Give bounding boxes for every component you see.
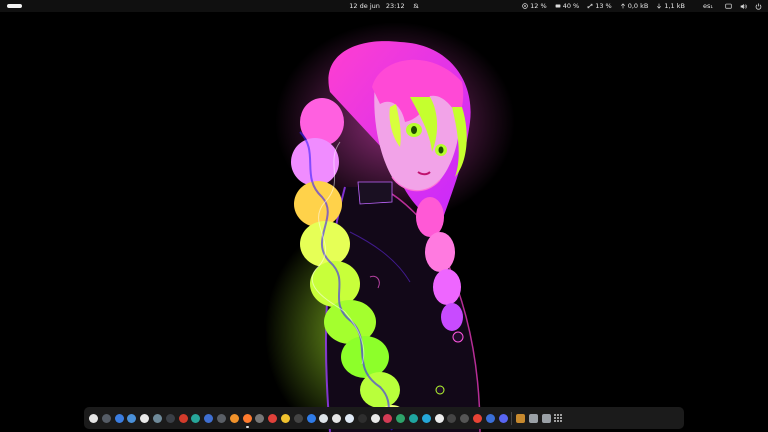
cup-app-icon[interactable] xyxy=(370,413,380,423)
upload-value: 0,0 kB xyxy=(627,2,649,10)
sheet-app-icon[interactable] xyxy=(319,413,329,423)
orange-app-icon[interactable] xyxy=(229,413,239,423)
swap-indicator: 13 % xyxy=(587,2,612,10)
dock-separator xyxy=(511,411,513,425)
globe-app-icon[interactable] xyxy=(204,413,214,423)
tools-app-icon[interactable] xyxy=(460,413,470,423)
swap-icon xyxy=(587,3,593,9)
info-app-icon[interactable] xyxy=(344,413,354,423)
photos-app-icon[interactable] xyxy=(396,413,406,423)
monitor-app-icon[interactable] xyxy=(152,413,162,423)
power-icon[interactable] xyxy=(755,3,762,10)
arrow-app-icon[interactable] xyxy=(447,413,457,423)
pink-app-icon[interactable] xyxy=(383,413,393,423)
discord-app-icon[interactable] xyxy=(485,413,495,423)
settings-app-icon[interactable] xyxy=(216,413,226,423)
app-grid-dot xyxy=(557,416,560,419)
mail-app-icon[interactable] xyxy=(114,413,124,423)
top-bar: 12 de jun 23:12 12 % 40 % 13 % 0,0 kB 1,1… xyxy=(0,0,768,12)
cpu-indicator: 12 % xyxy=(522,2,547,10)
app-grid-dot xyxy=(554,420,557,423)
red-app-icon[interactable] xyxy=(178,413,188,423)
keyboard-layout[interactable]: es₁ xyxy=(703,2,713,10)
time-label: 23:12 xyxy=(385,2,405,10)
upload-icon xyxy=(620,3,625,9)
camera-app-icon[interactable] xyxy=(101,413,111,423)
memory-value: 40 % xyxy=(562,2,580,10)
desktop-wallpaper xyxy=(0,12,768,432)
chat-app-icon[interactable] xyxy=(498,413,508,423)
cpu-value: 12 % xyxy=(530,2,547,10)
edit-app-icon[interactable] xyxy=(293,413,303,423)
app-grid-dot xyxy=(557,420,560,423)
dock xyxy=(84,407,684,429)
files-app-icon[interactable] xyxy=(516,413,526,423)
system-menu[interactable] xyxy=(725,3,762,10)
upload-indicator: 0,0 kB xyxy=(620,2,649,10)
notifications-off-icon xyxy=(413,3,419,9)
check-app-icon[interactable] xyxy=(306,413,316,423)
gmail-app-icon[interactable] xyxy=(472,413,482,423)
download-indicator: 1,1 kB xyxy=(656,2,685,10)
memory-icon xyxy=(555,4,561,8)
diamond-app-icon[interactable] xyxy=(421,413,431,423)
app-grid-dot xyxy=(560,413,563,416)
chrome-app-icon[interactable] xyxy=(140,413,150,423)
app-grid-dot xyxy=(560,420,563,423)
terminal-app-icon[interactable] xyxy=(165,413,175,423)
docs-app-icon[interactable] xyxy=(332,413,342,423)
date-label: 12 de jun xyxy=(349,2,380,10)
music-app-icon[interactable] xyxy=(357,413,367,423)
app-grid-icon[interactable] xyxy=(554,413,563,423)
text-app-icon[interactable] xyxy=(528,413,538,423)
browser-blue-app-icon[interactable] xyxy=(127,413,137,423)
app-grid-dot xyxy=(557,413,560,416)
screen-icon[interactable] xyxy=(725,3,732,10)
app-grid-dot xyxy=(554,416,557,419)
yellow-app-icon[interactable] xyxy=(280,413,290,423)
date-menu[interactable]: 12 de jun 23:12 xyxy=(349,2,419,10)
circle-app-icon[interactable] xyxy=(434,413,444,423)
app-grid-dot xyxy=(560,416,563,419)
calculator-app-icon[interactable] xyxy=(541,413,551,423)
code-app-icon[interactable] xyxy=(408,413,418,423)
download-value: 1,1 kB xyxy=(664,2,685,10)
app-grid-dot xyxy=(554,413,557,416)
memory-indicator: 40 % xyxy=(555,2,580,10)
opera-app-icon[interactable] xyxy=(255,413,265,423)
cpu-icon xyxy=(522,3,528,9)
swap-value: 13 % xyxy=(595,2,612,10)
activities-button[interactable] xyxy=(7,4,22,8)
status-area[interactable]: 12 % 40 % 13 % 0,0 kB 1,1 kB es₁ xyxy=(522,0,762,12)
help-app-icon[interactable] xyxy=(89,413,98,423)
volume-icon[interactable] xyxy=(740,3,747,10)
download-icon xyxy=(657,3,662,9)
neon-anime-girl-artwork xyxy=(265,22,515,432)
firefox-app-icon[interactable] xyxy=(242,413,252,428)
vivaldi-app-icon[interactable] xyxy=(268,413,278,423)
teal-app-icon[interactable] xyxy=(191,413,201,423)
